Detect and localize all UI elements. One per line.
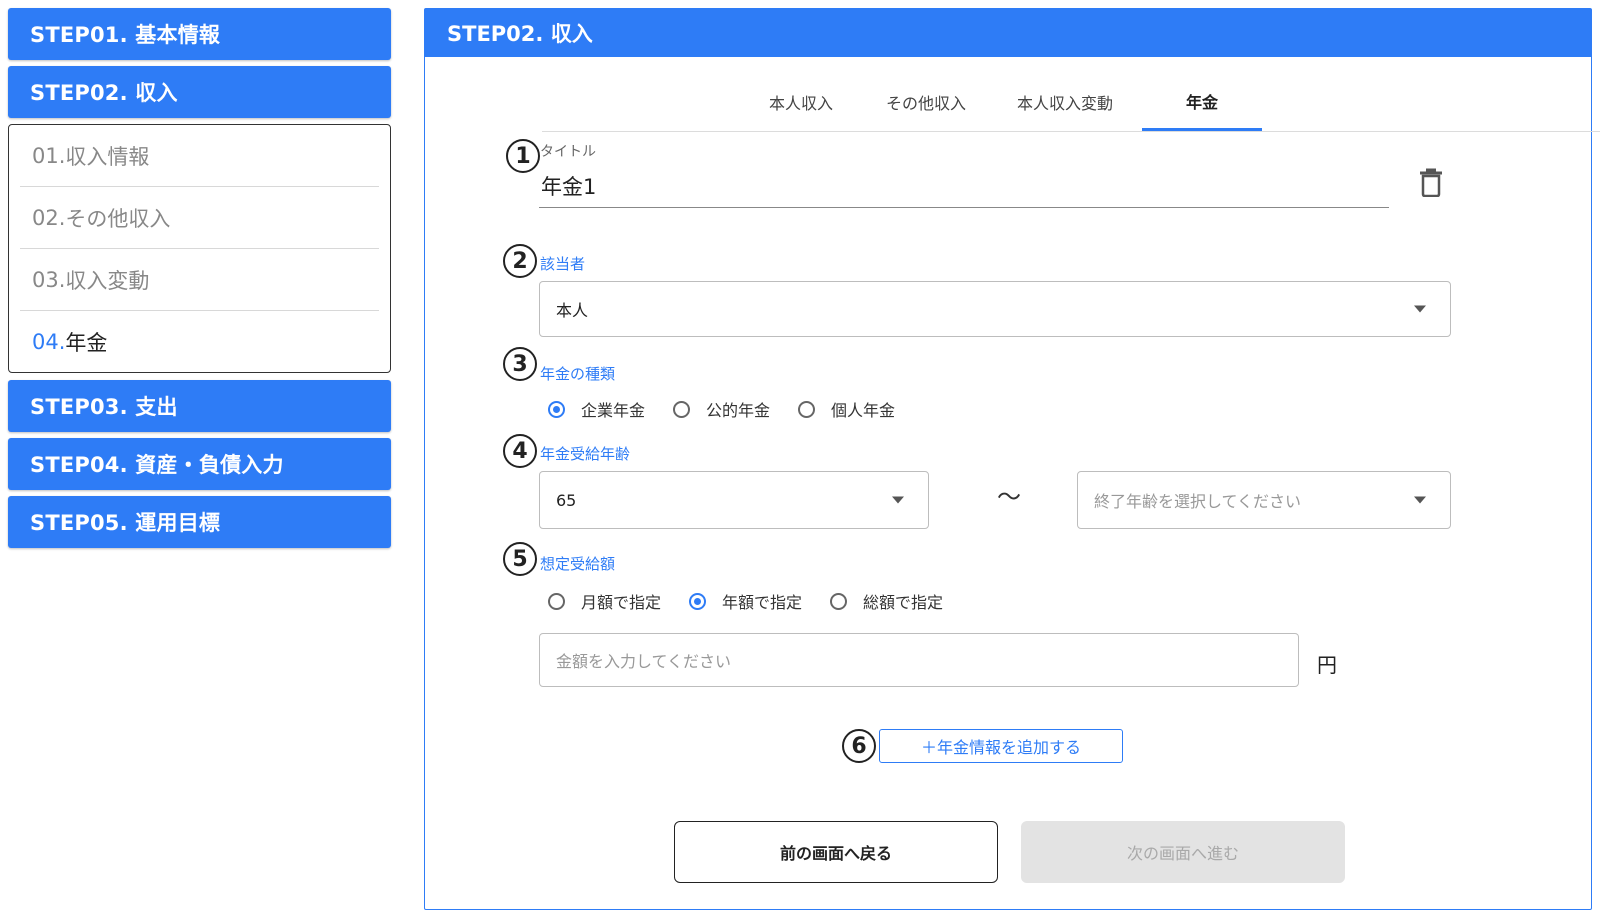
start-age-select[interactable]: 65	[539, 471, 929, 529]
radio-label: 公的年金	[706, 401, 771, 420]
tab-own-income-change[interactable]: 本人収入変動	[990, 73, 1140, 131]
title-label: タイトル	[540, 144, 596, 160]
substep-label: 年金	[65, 330, 108, 355]
marker-1: 1	[506, 139, 540, 173]
chevron-down-icon	[1414, 496, 1426, 504]
beneficiary-label: 該当者	[540, 255, 586, 273]
amount-type-radio-group: 月額で指定 年額で指定 総額で指定	[548, 589, 971, 613]
radio-label: 月額で指定	[581, 593, 662, 612]
sidebar-step03-label: STEP03. 支出	[30, 395, 178, 419]
beneficiary-select[interactable]: 本人	[539, 281, 1451, 337]
back-button[interactable]: 前の画面へ戻る	[674, 821, 998, 883]
marker-5: 5	[503, 542, 537, 576]
sidebar-step01-label: STEP01. 基本情報	[30, 23, 221, 47]
sidebar-substep-other-income[interactable]: 02. その他収入	[20, 187, 379, 249]
radio-label: 年額で指定	[722, 593, 803, 612]
next-button: 次の画面へ進む	[1021, 821, 1345, 883]
substep-number: 02.	[32, 205, 66, 230]
radio-circle	[830, 592, 848, 610]
pension-type-label: 年金の種類	[540, 365, 616, 383]
radio-label: 総額で指定	[863, 593, 944, 612]
substep-number: 03.	[32, 267, 66, 292]
marker-2: 2	[503, 244, 537, 278]
sidebar-substeps: 01. 収入情報 02. その他収入 03. 収入変動 04. 年金	[8, 124, 391, 373]
chevron-down-icon	[892, 496, 904, 504]
start-age-value: 65	[556, 490, 577, 510]
amount-unit: 円	[1317, 653, 1337, 677]
sidebar-step02[interactable]: STEP02. 収入	[8, 66, 391, 118]
sidebar: STEP01. 基本情報 STEP02. 収入 01. 収入情報 02. その他…	[8, 8, 391, 554]
chevron-down-icon	[1414, 305, 1426, 313]
tab-other-income[interactable]: その他収入	[864, 73, 988, 131]
sidebar-substep-pension[interactable]: 04. 年金	[20, 311, 379, 372]
amount-label: 想定受給額	[540, 555, 616, 573]
amount-input[interactable]: 金額を入力してください	[539, 633, 1299, 687]
sidebar-step01[interactable]: STEP01. 基本情報	[8, 8, 391, 60]
sidebar-substep-income-change[interactable]: 03. 収入変動	[20, 249, 379, 311]
marker-6: 6	[842, 729, 876, 763]
trash-icon[interactable]	[1418, 167, 1444, 197]
radio-personal-pension[interactable]: 個人年金	[798, 397, 895, 421]
sidebar-step05[interactable]: STEP05. 運用目標	[8, 496, 391, 548]
substep-number: 04.	[32, 329, 66, 354]
substep-label: その他収入	[65, 206, 171, 231]
radio-circle	[548, 592, 565, 610]
radio-circle	[548, 400, 565, 418]
radio-circle	[673, 400, 691, 418]
radio-label: 企業年金	[581, 401, 646, 420]
sidebar-step04[interactable]: STEP04. 資産・負債入力	[8, 438, 391, 490]
radio-label: 個人年金	[831, 401, 896, 420]
radio-total[interactable]: 総額で指定	[830, 589, 943, 613]
add-pension-button[interactable]: ＋年金情報を追加する	[879, 729, 1123, 763]
marker-3: 3	[503, 347, 537, 381]
radio-circle	[798, 400, 816, 418]
radio-circle	[689, 592, 707, 610]
tab-bar: 本人収入 その他収入 本人収入変動 年金	[542, 73, 1600, 132]
substep-label: 収入情報	[65, 144, 150, 169]
radio-corporate-pension[interactable]: 企業年金	[548, 397, 645, 421]
end-age-select[interactable]: 終了年齢を選択してください	[1077, 471, 1451, 529]
beneficiary-value: 本人	[556, 301, 589, 320]
pension-type-radio-group: 企業年金 公的年金 個人年金	[548, 397, 923, 421]
substep-number: 01.	[32, 143, 66, 168]
sidebar-step03[interactable]: STEP03. 支出	[8, 380, 391, 432]
title-input[interactable]: 年金1	[539, 164, 1389, 208]
main-panel: STEP02. 収入 本人収入 その他収入 本人収入変動 年金 1 タイトル 年…	[424, 8, 1600, 910]
sidebar-step05-label: STEP05. 運用目標	[30, 511, 221, 535]
marker-4: 4	[503, 434, 537, 468]
panel-header: STEP02. 収入	[425, 9, 1591, 57]
tab-pension[interactable]: 年金	[1142, 73, 1262, 131]
sidebar-step04-label: STEP04. 資産・負債入力	[30, 453, 284, 477]
age-label: 年金受給年齢	[540, 445, 631, 463]
sidebar-step02-label: STEP02. 収入	[30, 81, 178, 105]
end-age-placeholder: 終了年齢を選択してください	[1094, 492, 1302, 511]
radio-annual[interactable]: 年額で指定	[689, 589, 802, 613]
radio-public-pension[interactable]: 公的年金	[673, 397, 770, 421]
radio-monthly[interactable]: 月額で指定	[548, 589, 661, 613]
sidebar-substep-income-info[interactable]: 01. 収入情報	[20, 125, 379, 187]
age-range-separator: 〜	[997, 483, 1021, 511]
tab-own-income[interactable]: 本人収入	[740, 73, 862, 131]
substep-label: 収入変動	[65, 268, 150, 293]
